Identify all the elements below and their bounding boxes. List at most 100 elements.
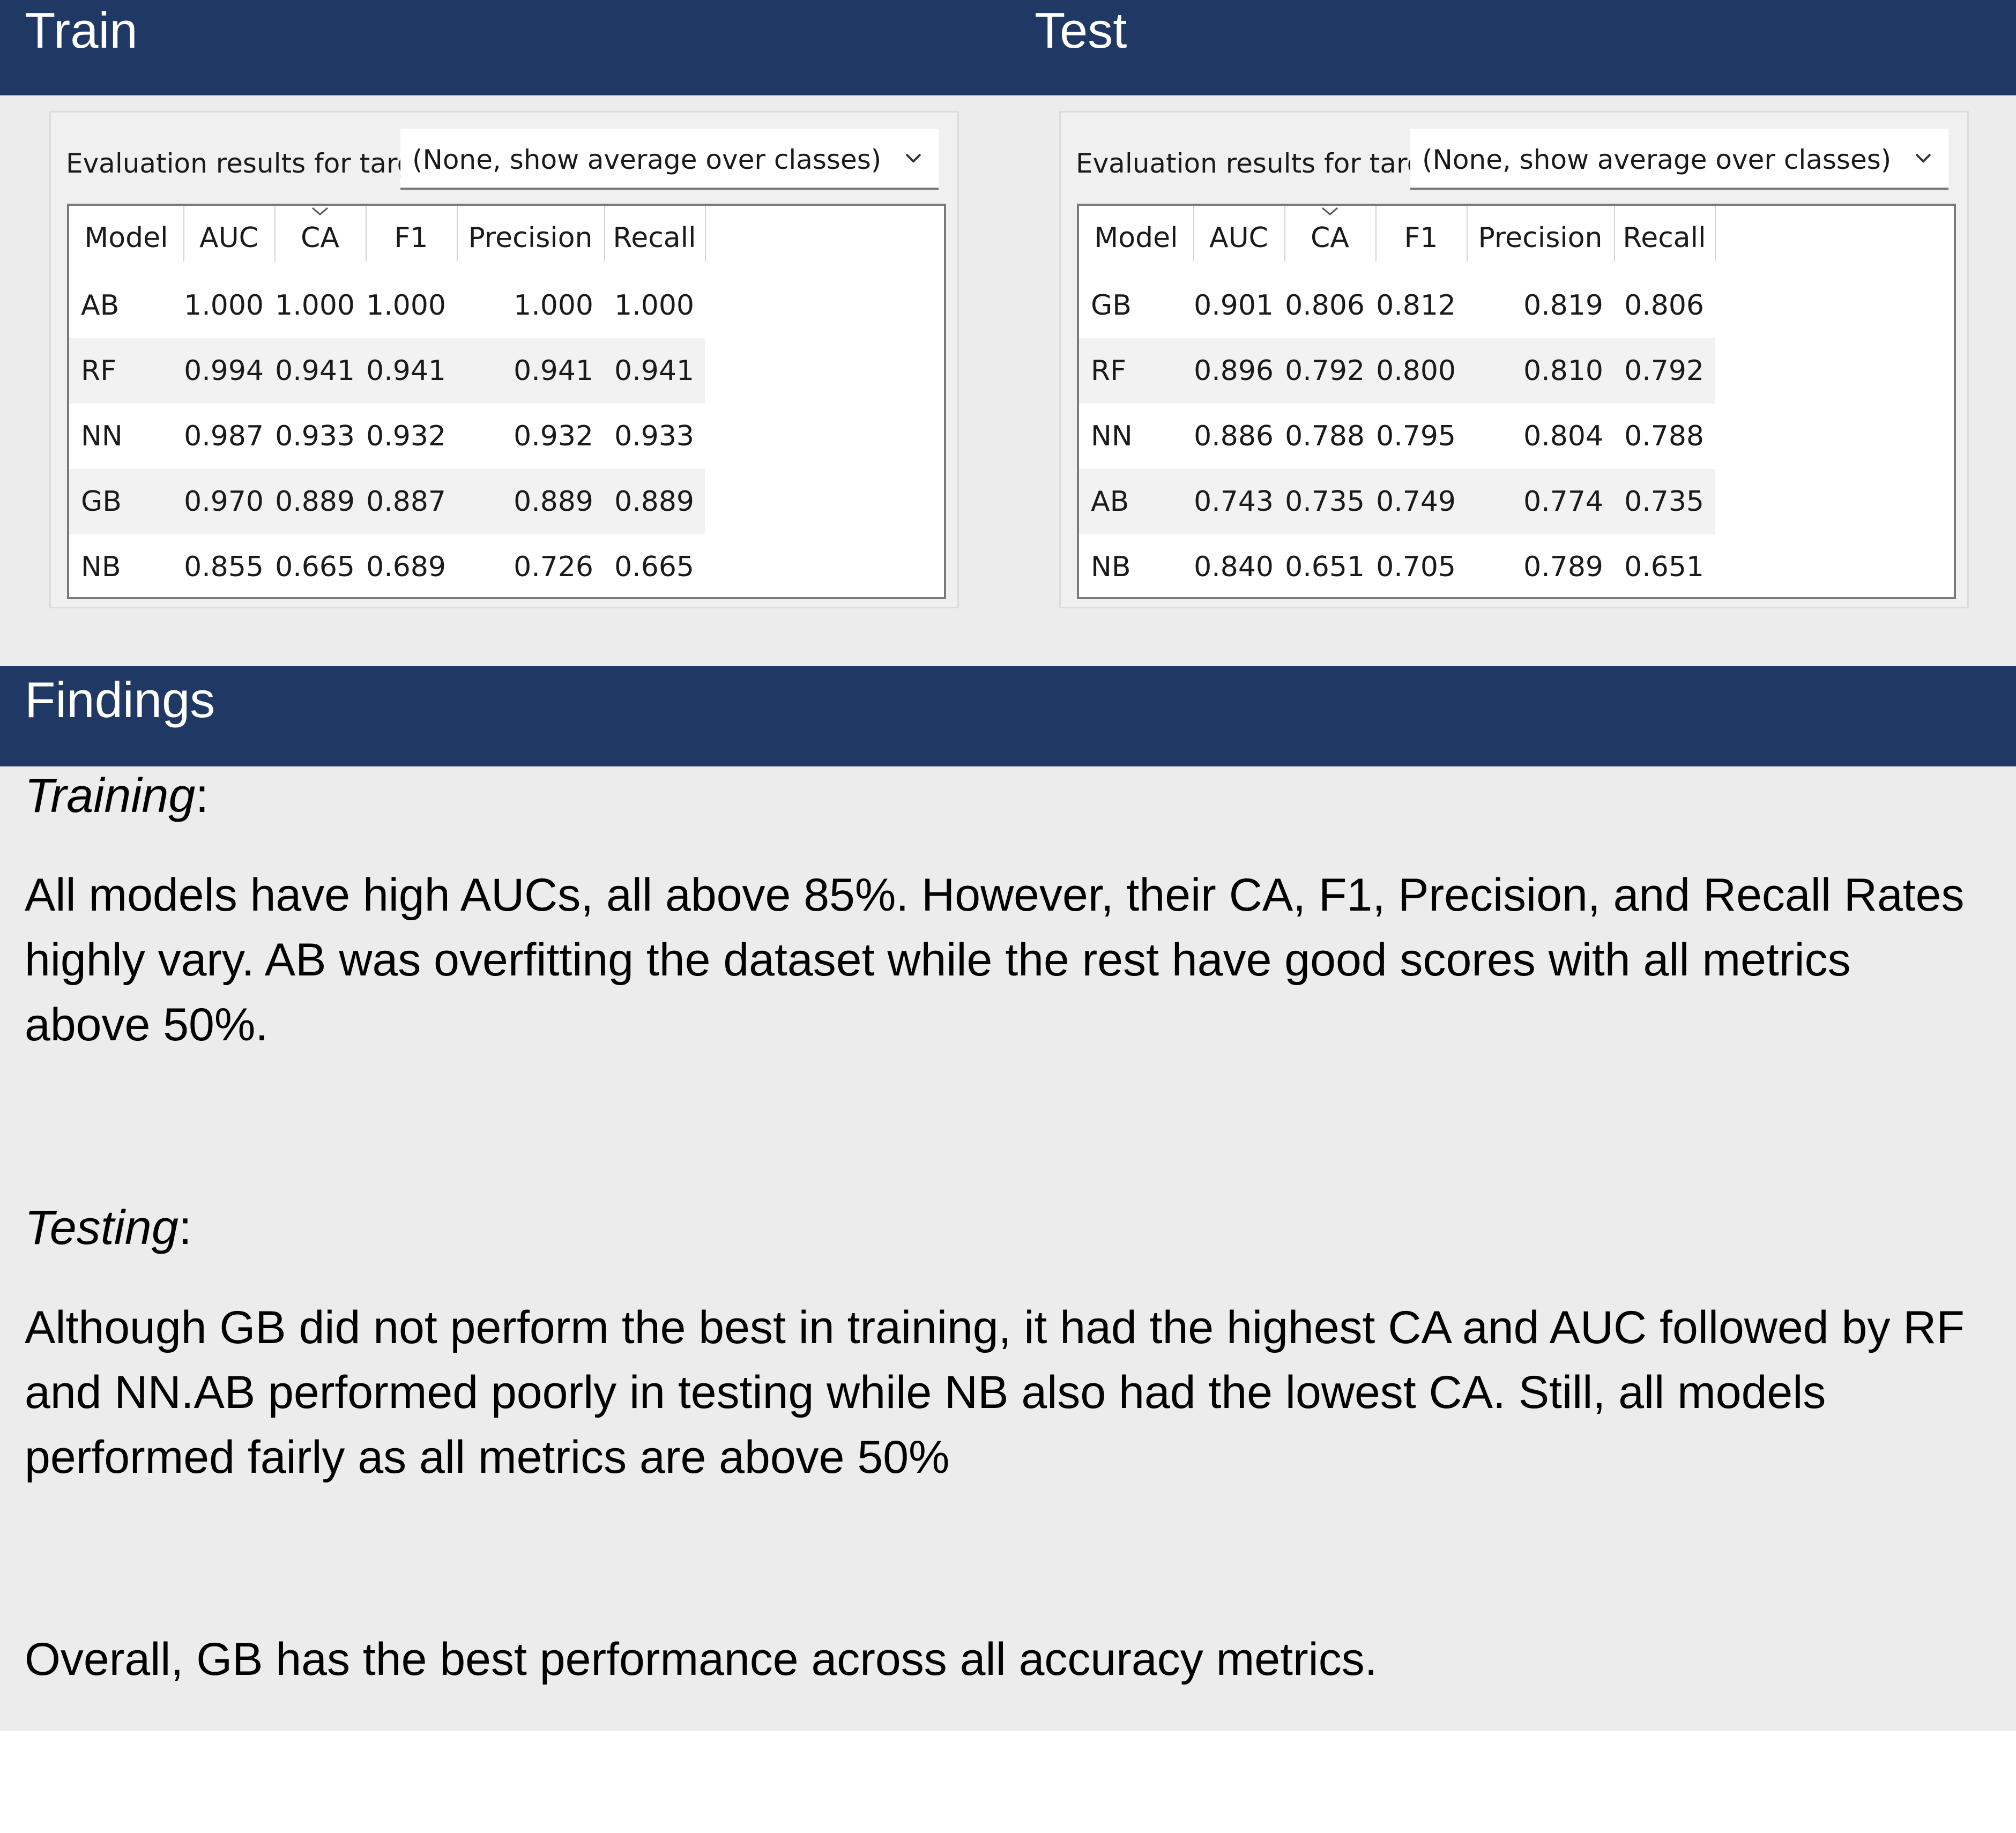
cell-recall: 0.806: [1624, 289, 1704, 322]
cell-model: AB: [81, 289, 120, 322]
column-header-ca[interactable]: CA: [1284, 217, 1375, 259]
cell-model: NN: [81, 420, 123, 452]
target-select-value: (None, show average over classes): [1422, 144, 1892, 175]
training-heading-colon: :: [195, 769, 209, 823]
column-divider: [705, 206, 706, 262]
cell-model: AB: [1091, 486, 1129, 518]
table-row[interactable]: NB 0.855 0.665 0.689 0.726 0.665: [69, 534, 705, 600]
cell-precision: 0.726: [514, 551, 593, 583]
cell-precision: 0.819: [1523, 289, 1603, 322]
table-row[interactable]: GB 0.970 0.889 0.887 0.889 0.889: [69, 469, 705, 534]
cell-model: GB: [1091, 289, 1132, 322]
training-heading: Training:: [25, 766, 209, 825]
cell-recall: 0.889: [614, 486, 694, 518]
cell-f1: 0.812: [1376, 289, 1456, 322]
cell-ca: 0.651: [1285, 551, 1365, 583]
cell-recall: 1.000: [614, 289, 694, 322]
cell-auc: 0.901: [1194, 289, 1274, 322]
cell-precision: 0.889: [514, 486, 593, 518]
overall-paragraph: Overall, GB has the best performance acr…: [25, 1634, 1378, 1685]
cell-auc: 0.886: [1194, 420, 1274, 452]
cell-model: RF: [81, 355, 117, 387]
cell-f1: 0.932: [366, 420, 446, 452]
cell-precision: 1.000: [514, 289, 593, 322]
cell-recall: 0.941: [614, 355, 694, 387]
table-row[interactable]: NN 0.886 0.788 0.795 0.804 0.788: [1079, 404, 1715, 469]
cell-ca: 0.792: [1285, 355, 1365, 387]
cell-precision: 0.789: [1523, 551, 1603, 583]
column-header-precision[interactable]: Precision: [1467, 217, 1614, 259]
column-divider: [1715, 206, 1716, 262]
cell-auc: 0.855: [184, 551, 264, 583]
target-label: Evaluation results for target: [66, 148, 441, 179]
cell-precision: 0.932: [514, 420, 593, 452]
cell-recall: 0.788: [1624, 420, 1704, 452]
cell-precision: 0.941: [514, 355, 593, 387]
table-row[interactable]: RF 0.994 0.941 0.941 0.941 0.941: [69, 338, 705, 404]
column-header-precision[interactable]: Precision: [457, 217, 604, 259]
column-header-ca[interactable]: CA: [274, 217, 366, 259]
top-header: Train Test: [0, 0, 2016, 95]
test-results-panel: Evaluation results for target (None, sho…: [1059, 111, 1969, 608]
column-header-auc[interactable]: AUC: [183, 217, 274, 259]
results-table[interactable]: Model AUC CA F1 Precision Recall AB 1.000 1.000…: [67, 204, 946, 599]
cell-f1: 0.800: [1376, 355, 1456, 387]
cell-f1: 0.749: [1376, 486, 1456, 518]
cell-ca: 0.941: [275, 355, 355, 387]
table-row[interactable]: NN 0.987 0.933 0.932 0.932 0.933: [69, 404, 705, 469]
chevron-down-icon: [1915, 153, 1931, 163]
target-select[interactable]: (None, show average over classes): [400, 129, 939, 190]
cell-ca: 1.000: [275, 289, 355, 322]
cell-precision: 0.774: [1523, 486, 1603, 518]
table-row[interactable]: NB 0.840 0.651 0.705 0.789 0.651: [1079, 534, 1715, 600]
column-header-model[interactable]: Model: [1079, 217, 1193, 259]
cell-recall: 0.792: [1624, 355, 1704, 387]
testing-heading-colon: :: [178, 1201, 192, 1255]
cell-ca: 0.665: [275, 551, 355, 583]
findings-title: Findings: [25, 672, 215, 728]
cell-f1: 1.000: [366, 289, 446, 322]
train-title: Train: [25, 2, 138, 58]
findings-body: Training: All models have high AUCs, all…: [0, 766, 2016, 1731]
cell-auc: 0.840: [1194, 551, 1274, 583]
table-row[interactable]: AB 1.000 1.000 1.000 1.000 1.000: [69, 273, 705, 338]
testing-heading-text: Testing: [25, 1201, 178, 1255]
cell-ca: 0.933: [275, 420, 355, 452]
cell-auc: 1.000: [184, 289, 264, 322]
target-select-value: (None, show average over classes): [412, 144, 882, 175]
table-row[interactable]: GB 0.901 0.806 0.812 0.819 0.806: [1079, 273, 1715, 338]
column-header-f1[interactable]: F1: [1375, 217, 1467, 259]
chevron-down-icon: [905, 153, 921, 163]
sort-caret-icon: [1322, 207, 1338, 215]
cell-ca: 0.889: [275, 486, 355, 518]
cell-precision: 0.804: [1523, 420, 1603, 452]
testing-paragraph: Although GB did not perform the best in …: [25, 1302, 1965, 1483]
training-paragraph: All models have high AUCs, all above 85%…: [25, 869, 1965, 1050]
column-header-recall[interactable]: Recall: [604, 217, 705, 259]
cell-model: RF: [1091, 355, 1127, 387]
training-heading-text: Training: [25, 769, 196, 823]
column-header-f1[interactable]: F1: [366, 217, 457, 259]
target-label: Evaluation results for target: [1076, 148, 1451, 179]
results-table[interactable]: Model AUC CA F1 Precision Recall GB 0.901 0.806…: [1077, 204, 1956, 599]
column-header-auc[interactable]: AUC: [1193, 217, 1284, 259]
cell-auc: 0.970: [184, 486, 264, 518]
cell-auc: 0.994: [184, 355, 264, 387]
cell-auc: 0.743: [1194, 486, 1274, 518]
sort-caret-icon: [312, 207, 328, 215]
cell-auc: 0.987: [184, 420, 264, 452]
table-row[interactable]: RF 0.896 0.792 0.800 0.810 0.792: [1079, 338, 1715, 404]
column-header-model[interactable]: Model: [69, 217, 183, 259]
cell-auc: 0.896: [1194, 355, 1274, 387]
cell-f1: 0.705: [1376, 551, 1456, 583]
column-header-recall[interactable]: Recall: [1614, 217, 1715, 259]
cell-ca: 0.788: [1285, 420, 1365, 452]
cell-f1: 0.887: [366, 486, 446, 518]
cell-f1: 0.689: [366, 551, 446, 583]
test-title: Test: [1035, 2, 1127, 58]
target-select[interactable]: (None, show average over classes): [1410, 129, 1948, 190]
testing-heading: Testing:: [25, 1198, 192, 1257]
cell-model: NB: [81, 551, 121, 583]
table-row[interactable]: AB 0.743 0.735 0.749 0.774 0.735: [1079, 469, 1715, 534]
findings-header: Findings: [0, 666, 2016, 766]
